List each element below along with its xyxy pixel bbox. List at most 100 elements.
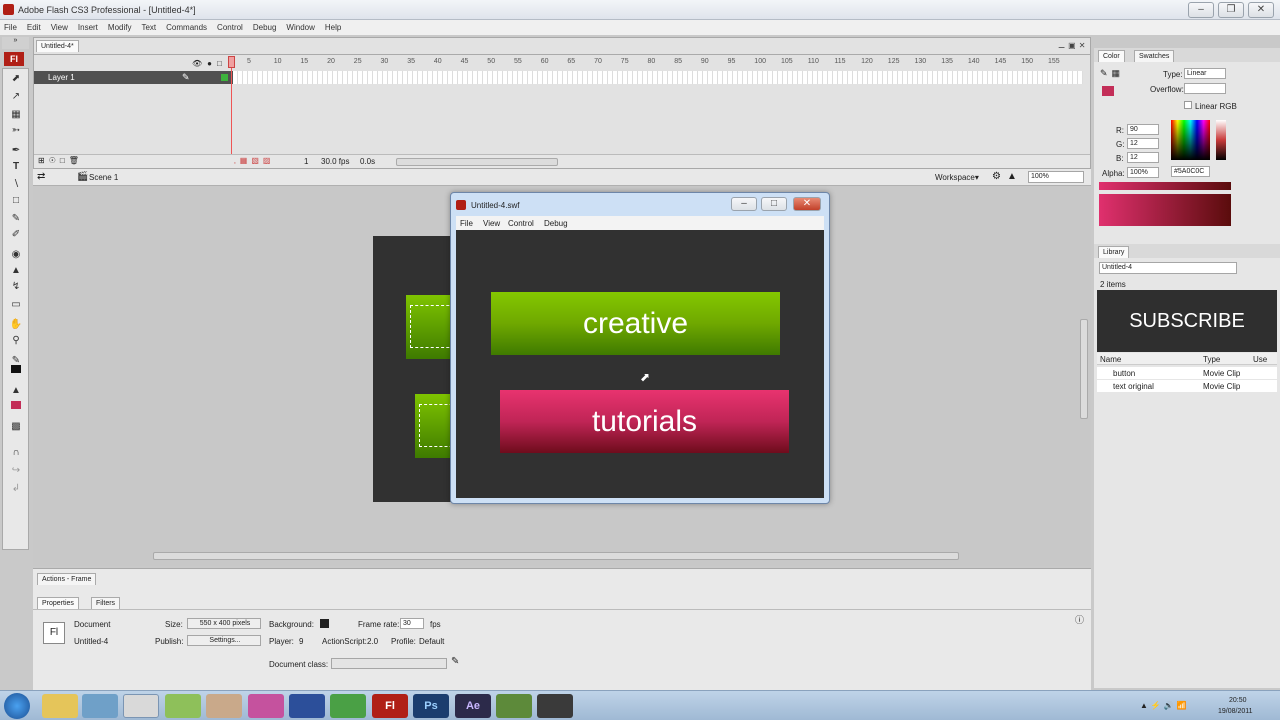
size-button[interactable]: 550 x 400 pixels xyxy=(187,618,261,629)
scene-label[interactable]: Scene 1 xyxy=(89,173,118,182)
creative-button[interactable]: creative xyxy=(491,292,780,355)
edit-class-pencil-icon[interactable]: ✎ xyxy=(451,656,459,667)
overflow-select[interactable] xyxy=(1184,83,1226,94)
menu-commands[interactable]: Commands xyxy=(162,20,213,35)
ink-bottle-icon[interactable]: ◉ xyxy=(9,249,23,261)
stroke-color-swatch[interactable] xyxy=(11,365,21,373)
subselection-tool-icon[interactable]: ↗ xyxy=(9,91,23,103)
tab-document[interactable]: Untitled-4* xyxy=(36,40,79,52)
photos-taskbar-icon[interactable] xyxy=(165,694,201,718)
workspace-menu[interactable]: Workspace▾ xyxy=(935,173,979,182)
fill-swatch[interactable] xyxy=(1102,86,1114,96)
pen-tool-icon[interactable]: ✒ xyxy=(9,145,23,157)
tab-properties[interactable]: Properties xyxy=(37,597,79,609)
edit-symbol-icons[interactable]: ⚙▲ xyxy=(992,171,1023,182)
help-icon[interactable]: ⓘ xyxy=(1075,613,1084,626)
onion-skin-icons[interactable]: ‚▦▧▨ xyxy=(234,156,274,165)
cyclone-taskbar-icon[interactable] xyxy=(330,694,366,718)
menu-file[interactable]: File xyxy=(0,20,23,35)
tutorials-button[interactable]: tutorials xyxy=(500,390,789,453)
color-spectrum[interactable] xyxy=(1171,120,1210,160)
close-button[interactable]: ✕ xyxy=(1248,2,1274,18)
col-use[interactable]: Use xyxy=(1253,355,1267,364)
col-name[interactable]: Name xyxy=(1100,355,1121,364)
tab-actions-frame[interactable]: Actions - Frame xyxy=(37,573,97,585)
col-type[interactable]: Type xyxy=(1203,355,1220,364)
menu-text[interactable]: Text xyxy=(137,20,162,35)
b-field[interactable]: 12 xyxy=(1127,152,1159,163)
document-class-field[interactable] xyxy=(331,658,447,669)
table-row[interactable]: text original Movie Clip xyxy=(1097,380,1277,392)
alpha-field[interactable]: 100% xyxy=(1127,167,1159,178)
stage-v-scrollbar[interactable] xyxy=(1080,319,1088,419)
stroke-fill-icons[interactable]: ✎▦ xyxy=(1100,68,1124,79)
menu-insert[interactable]: Insert xyxy=(74,20,104,35)
paint-bucket-icon[interactable]: ▲ xyxy=(9,265,23,277)
eraser-icon[interactable]: ▭ xyxy=(9,299,23,311)
snap-magnet-icon[interactable]: ∩ xyxy=(9,447,23,459)
background-color-swatch[interactable] xyxy=(320,619,329,628)
tab-library[interactable]: Library xyxy=(1098,246,1130,258)
explorer-taskbar-icon[interactable] xyxy=(42,694,78,718)
menu-help[interactable]: Help xyxy=(321,20,347,35)
tab-color[interactable]: Color xyxy=(1098,50,1125,62)
menu-modify[interactable]: Modify xyxy=(104,20,138,35)
rectangle-tool-icon[interactable]: □ xyxy=(9,195,23,207)
frame-grid[interactable] xyxy=(233,71,1083,84)
table-row[interactable]: button Movie Clip xyxy=(1097,367,1277,379)
toolbox-collapse[interactable]: » xyxy=(2,37,29,49)
start-button[interactable] xyxy=(4,693,30,719)
playhead-handle[interactable] xyxy=(228,56,235,68)
swf-minimize-button[interactable]: – xyxy=(731,197,757,211)
hand-tool-icon[interactable]: ✋ xyxy=(9,319,23,331)
menu-debug[interactable]: Debug xyxy=(249,20,283,35)
swf-menu-file[interactable]: File xyxy=(460,219,473,228)
layer-buttons-icon[interactable]: ⊞☉□🗑 xyxy=(38,156,83,165)
maximize-button[interactable]: ❐ xyxy=(1218,2,1244,18)
playhead[interactable] xyxy=(231,56,232,156)
straighten-icon[interactable]: ↲ xyxy=(9,483,23,495)
fill-color-swatch[interactable] xyxy=(11,401,21,409)
firefox-taskbar-icon[interactable] xyxy=(248,694,284,718)
minimize-button[interactable]: – xyxy=(1188,2,1214,18)
eyedropper-icon[interactable]: ↯ xyxy=(9,281,23,293)
swf-menu-debug[interactable]: Debug xyxy=(544,219,568,228)
free-transform-icon[interactable]: ▦ xyxy=(9,109,23,121)
swf-menu-control[interactable]: Control xyxy=(508,219,534,228)
zoom-tool-icon[interactable]: ⚲ xyxy=(9,335,23,347)
frame-rate-field[interactable]: 30 xyxy=(400,618,424,629)
folder-taskbar-icon[interactable] xyxy=(206,694,242,718)
photoshop-taskbar-icon[interactable]: Ps xyxy=(413,694,449,718)
type-select[interactable]: Linear xyxy=(1184,68,1226,79)
menu-edit[interactable]: Edit xyxy=(23,20,47,35)
menu-view[interactable]: View xyxy=(47,20,74,35)
panel-controls-icon[interactable]: ⚊▣✕ xyxy=(1058,41,1088,50)
selection-tool-icon[interactable]: ⬈ xyxy=(9,73,23,85)
brightness-slider[interactable] xyxy=(1216,120,1226,160)
stage-h-scrollbar[interactable] xyxy=(153,552,959,560)
lasso-tool-icon[interactable]: ➳ xyxy=(9,125,23,137)
menu-window[interactable]: Window xyxy=(282,20,320,35)
after-effects-taskbar-icon[interactable]: Ae xyxy=(455,694,491,718)
library-doc-select[interactable]: Untitled-4 xyxy=(1099,262,1237,274)
recorder-taskbar-icon[interactable] xyxy=(537,694,573,718)
text-tool-icon[interactable]: T xyxy=(9,161,23,173)
flash-taskbar-icon[interactable]: Fl xyxy=(372,694,408,718)
pencil-tool-icon[interactable]: ✎ xyxy=(9,213,23,225)
brush-tool-icon[interactable]: ✐ xyxy=(9,229,23,241)
minecraft-taskbar-icon[interactable] xyxy=(496,694,532,718)
settings-button[interactable]: Settings... xyxy=(187,635,261,646)
menu-control[interactable]: Control xyxy=(213,20,249,35)
tab-filters[interactable]: Filters xyxy=(91,597,121,609)
tray-icons[interactable]: ▲⚡🔊📶 xyxy=(1140,701,1190,710)
tab-swatches[interactable]: Swatches xyxy=(1134,50,1175,62)
swap-colors-icon[interactable]: ▩ xyxy=(9,421,23,433)
fill-color-icon[interactable]: ▲ xyxy=(9,385,23,397)
swf-maximize-button[interactable]: □ xyxy=(761,197,787,211)
chrome-taskbar-icon[interactable] xyxy=(123,694,159,718)
swf-close-button[interactable]: ✕ xyxy=(793,197,821,211)
g-field[interactable]: 12 xyxy=(1127,138,1159,149)
network-taskbar-icon[interactable] xyxy=(82,694,118,718)
layer-visibility-icons[interactable]: 👁●□ xyxy=(192,59,227,68)
line-tool-icon[interactable]: ∖ xyxy=(9,179,23,191)
